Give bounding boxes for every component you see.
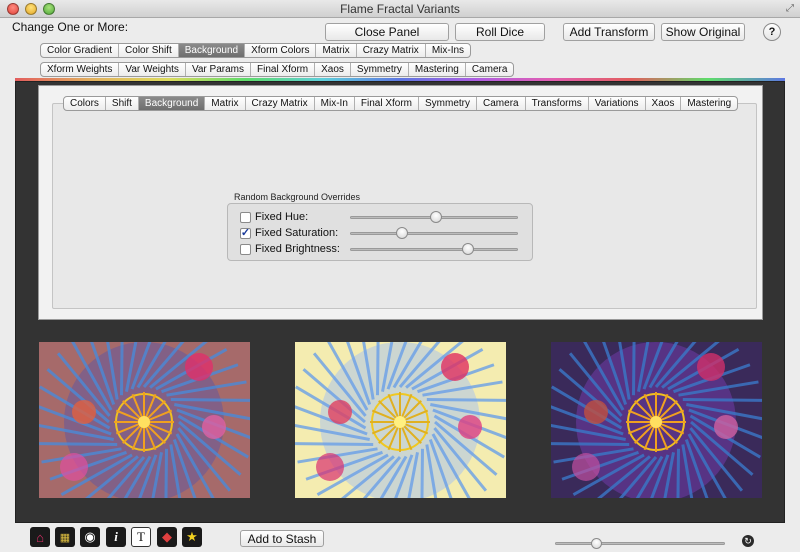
tab-color-gradient[interactable]: Color Gradient xyxy=(41,44,120,57)
variant-thumbnail-2[interactable] xyxy=(295,342,506,498)
eye-icon[interactable]: ◉ xyxy=(80,527,100,547)
fixed-brightness-row: Fixed Brightness: xyxy=(240,242,340,256)
palette-grid-icon[interactable]: ▦ xyxy=(55,527,75,547)
variant-thumbnail-3[interactable] xyxy=(551,342,762,498)
inner-tabs: Colors Shift Background Matrix Crazy Matrix M… xyxy=(63,96,739,111)
reset-icon[interactable]: ↻ xyxy=(742,535,754,547)
tab-mastering[interactable]: Mastering xyxy=(409,63,466,76)
inner-tab-xaos[interactable]: Xaos xyxy=(646,97,682,110)
help-button[interactable]: ? xyxy=(763,23,781,41)
title-bar: Flame Fractal Variants ⤢ xyxy=(0,0,800,18)
tab-final-xform[interactable]: Final Xform xyxy=(251,63,316,76)
inner-tab-camera[interactable]: Camera xyxy=(477,97,526,110)
tab-mix-ins[interactable]: Mix-Ins xyxy=(426,44,470,57)
fixed-saturation-row: ✓ Fixed Saturation: xyxy=(240,226,338,240)
slider-knob[interactable] xyxy=(590,538,602,549)
tab-color-shift[interactable]: Color Shift xyxy=(119,44,179,57)
slider-track xyxy=(350,232,518,235)
fixed-brightness-label: Fixed Brightness: xyxy=(255,243,340,255)
color-wheel-icon[interactable]: ◆ xyxy=(157,527,177,547)
inner-tab-symmetry[interactable]: Symmetry xyxy=(419,97,478,110)
inner-tab-mix-in[interactable]: Mix-In xyxy=(315,97,355,110)
tab-var-params[interactable]: Var Params xyxy=(186,63,251,76)
fixed-brightness-checkbox[interactable] xyxy=(240,243,251,255)
slider-track xyxy=(350,248,518,251)
inner-tab-shift[interactable]: Shift xyxy=(106,97,139,110)
overrides-group-title: Random Background Overrides xyxy=(234,192,361,202)
tab-matrix[interactable]: Matrix xyxy=(316,44,357,57)
fractal-image-3 xyxy=(551,342,762,498)
tab-xform-weights[interactable]: Xform Weights xyxy=(41,63,120,76)
fractal-image-2 xyxy=(295,342,506,498)
fractal-image-1 xyxy=(39,342,250,498)
fixed-hue-row: Fixed Hue: xyxy=(240,210,308,224)
star-icon[interactable]: ★ xyxy=(182,527,202,547)
tab-xaos[interactable]: Xaos xyxy=(315,63,351,76)
fixed-saturation-slider[interactable] xyxy=(350,226,518,240)
tab-crazy-matrix[interactable]: Crazy Matrix xyxy=(357,44,426,57)
tab-content-frame: Random Background Overrides Fixed Hue: ✓ F… xyxy=(52,103,757,309)
text-icon[interactable]: T xyxy=(131,527,151,547)
inner-tab-transforms[interactable]: Transforms xyxy=(526,97,589,110)
fixed-saturation-label: Fixed Saturation: xyxy=(255,227,339,239)
settings-panel: Random Background Overrides Fixed Hue: ✓ F… xyxy=(38,85,763,320)
home-icon[interactable]: ⌂ xyxy=(30,527,50,547)
fixed-brightness-slider[interactable] xyxy=(350,242,518,256)
thumbnail-size-slider[interactable] xyxy=(555,538,725,550)
window-title: Flame Fractal Variants xyxy=(340,2,460,16)
roll-dice-button[interactable]: Roll Dice xyxy=(455,23,545,41)
add-transform-button[interactable]: Add Transform xyxy=(563,23,655,41)
fixed-hue-label: Fixed Hue: xyxy=(255,211,309,223)
change-label: Change One or More: xyxy=(12,20,129,34)
inner-tab-mastering[interactable]: Mastering xyxy=(681,97,737,110)
inner-tab-matrix[interactable]: Matrix xyxy=(205,97,246,110)
show-original-button[interactable]: Show Original xyxy=(661,23,745,41)
slider-track xyxy=(555,542,725,545)
tab-xform-colors[interactable]: Xform Colors xyxy=(245,44,317,57)
inner-tab-colors[interactable]: Colors xyxy=(64,97,106,110)
tab-var-weights[interactable]: Var Weights xyxy=(119,63,186,76)
close-panel-button[interactable]: Close Panel xyxy=(325,23,449,41)
slider-knob[interactable] xyxy=(429,211,442,223)
overrides-group: Fixed Hue: ✓ Fixed Saturation: Fixed Bright… xyxy=(227,203,533,261)
tab-camera[interactable]: Camera xyxy=(466,63,514,76)
main-panel: Random Background Overrides Fixed Hue: ✓ F… xyxy=(15,81,785,523)
top-tabs-row1: Color Gradient Color Shift Background Xform… xyxy=(40,43,472,58)
inner-tab-crazy-matrix[interactable]: Crazy Matrix xyxy=(246,97,315,110)
fixed-hue-checkbox[interactable] xyxy=(240,211,251,223)
inner-tab-final-xform[interactable]: Final Xform xyxy=(355,97,420,110)
inner-tab-variations[interactable]: Variations xyxy=(589,97,646,110)
variant-thumbnail-1[interactable] xyxy=(39,342,250,498)
slider-knob[interactable] xyxy=(396,227,409,239)
fixed-hue-slider[interactable] xyxy=(350,210,518,224)
tab-symmetry[interactable]: Symmetry xyxy=(351,63,409,76)
fixed-saturation-checkbox[interactable]: ✓ xyxy=(240,227,251,239)
fullscreen-icon[interactable]: ⤢ xyxy=(786,3,794,14)
slider-knob[interactable] xyxy=(461,243,474,255)
inner-tab-background[interactable]: Background xyxy=(138,97,206,110)
top-tabs-row2: Xform Weights Var Weights Var Params Final … xyxy=(40,62,515,77)
tab-background[interactable]: Background xyxy=(178,44,246,57)
info-icon[interactable]: i xyxy=(106,527,126,547)
add-to-stash-button[interactable]: Add to Stash xyxy=(240,530,324,547)
